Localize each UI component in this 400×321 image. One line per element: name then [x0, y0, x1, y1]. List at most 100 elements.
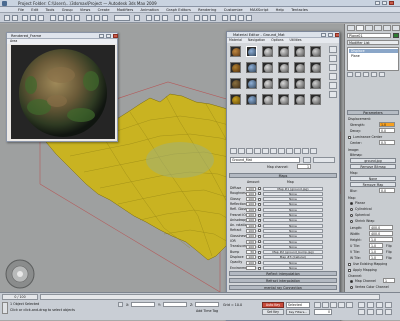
map-amount-spinner[interactable]: 100 — [246, 191, 256, 196]
zoom-all-icon[interactable] — [367, 302, 374, 308]
strength-spinner[interactable]: 1.0 — [379, 122, 395, 127]
map-channel-spinner[interactable]: 1 — [383, 278, 395, 283]
go-to-parent-icon[interactable] — [302, 148, 309, 154]
map-enable-checkbox[interactable] — [258, 261, 261, 265]
center-spinner[interactable]: 0.5 — [379, 140, 395, 145]
maximize-viewport-icon[interactable] — [385, 309, 392, 315]
material-slot[interactable] — [278, 62, 289, 73]
map-enable-checkbox[interactable] — [258, 255, 261, 259]
material-slot[interactable] — [310, 62, 321, 73]
pin-stack-icon[interactable] — [347, 72, 353, 77]
select-rotate-icon[interactable] — [94, 15, 100, 21]
play-icon[interactable] — [330, 302, 337, 308]
planar-radio[interactable] — [350, 202, 353, 205]
percent-snap-icon[interactable] — [162, 15, 168, 21]
blur-spinner[interactable]: 0.0 — [379, 188, 395, 193]
map-slot-button[interactable]: None — [263, 234, 323, 239]
stack-item-displace[interactable]: Displace — [349, 49, 398, 53]
decay-spinner[interactable]: 0.0 — [379, 128, 395, 133]
v-tile-spinner[interactable]: 1.0 — [369, 249, 383, 254]
map-slot-button[interactable]: None — [263, 197, 323, 202]
vertex-color-radio[interactable] — [350, 286, 353, 289]
material-slot[interactable] — [262, 46, 273, 57]
configure-modifier-sets-icon[interactable] — [379, 72, 385, 77]
set-key-button[interactable]: Set Key — [262, 309, 284, 315]
me-menu-utilities[interactable]: Utilities — [290, 38, 302, 42]
minimize-button[interactable] — [375, 1, 380, 5]
material-slot[interactable] — [246, 46, 257, 57]
previous-frame-icon[interactable] — [322, 302, 329, 308]
material-slot[interactable] — [294, 78, 305, 89]
object-color-swatch[interactable] — [393, 33, 399, 38]
use-existing-mapping-checkbox[interactable] — [348, 263, 351, 266]
map-amount-spinner[interactable]: 100 — [246, 186, 256, 191]
object-name-field[interactable]: Plane01 — [347, 33, 391, 38]
map-slot-button[interactable]: None — [263, 260, 323, 265]
material-name-field[interactable]: Ground_Mat — [230, 157, 300, 163]
lock-selection-icon[interactable] — [118, 302, 123, 307]
material-slot[interactable] — [294, 46, 305, 57]
render-canvas[interactable] — [11, 45, 115, 139]
me-minimize-button[interactable] — [321, 33, 326, 37]
material-slot[interactable] — [262, 62, 273, 73]
map-amount-spinner[interactable]: 30 — [246, 250, 256, 255]
key-selection-dropdown[interactable]: Selected — [286, 302, 310, 308]
frame-counter[interactable]: 0 / 100 — [2, 294, 38, 300]
select-scale-icon[interactable] — [102, 15, 108, 21]
material-slot[interactable] — [278, 78, 289, 89]
material-slot[interactable] — [246, 62, 257, 73]
maxscript-listener-icon[interactable] — [2, 302, 8, 314]
uv-tiling-icon[interactable] — [329, 73, 337, 80]
render-area-label[interactable]: Area — [10, 39, 17, 43]
u-tile-spinner[interactable]: 1.0 — [369, 243, 383, 248]
width-spinner[interactable]: 400.0 — [369, 231, 393, 236]
material-slot[interactable] — [310, 78, 321, 89]
map-enable-checkbox[interactable] — [258, 187, 261, 190]
motion-tab-icon[interactable] — [374, 25, 382, 31]
reference-coordinate-dropdown[interactable] — [114, 15, 130, 21]
refract-interpolation-rollout[interactable]: Refract interpolation — [229, 278, 337, 283]
make-unique-icon[interactable] — [262, 148, 269, 154]
map-channel-radio[interactable] — [350, 280, 353, 283]
parameters-rollout[interactable]: Parameters — [347, 110, 399, 115]
shrink-wrap-radio[interactable] — [350, 220, 353, 223]
material-slot[interactable] — [310, 46, 321, 57]
map-enable-checkbox[interactable] — [258, 213, 261, 217]
remove-modifier-icon[interactable] — [371, 72, 377, 77]
material-slot[interactable] — [262, 94, 273, 105]
me-menu-options[interactable]: Options — [271, 38, 283, 42]
utilities-tab-icon[interactable] — [392, 25, 400, 31]
material-slot[interactable] — [278, 46, 289, 57]
go-to-end-icon[interactable] — [346, 302, 353, 308]
material-slot[interactable] — [246, 94, 257, 105]
snap-toggle-icon[interactable] — [146, 15, 152, 21]
map-slot-button[interactable]: None — [263, 244, 323, 249]
bind-spacewarp-icon[interactable] — [38, 15, 44, 21]
pick-material-icon[interactable] — [303, 157, 311, 163]
mental-ray-connection-rollout[interactable]: mental ray Connection — [229, 285, 337, 290]
map-enable-checkbox[interactable] — [258, 234, 261, 238]
sample-type-icon[interactable] — [329, 46, 337, 53]
material-slot[interactable] — [230, 46, 241, 57]
map-enable-checkbox[interactable] — [258, 250, 261, 254]
map-amount-spinner[interactable]: 100 — [246, 239, 256, 244]
map-amount-spinner[interactable]: 100 — [246, 202, 256, 207]
me-close-button[interactable] — [335, 33, 339, 37]
map-slot-button[interactable]: None — [263, 191, 323, 196]
video-color-check-icon[interactable] — [329, 82, 337, 89]
material-slot[interactable] — [230, 94, 241, 105]
get-material-icon[interactable] — [230, 148, 237, 154]
material-slot[interactable] — [230, 78, 241, 89]
show-end-result-icon[interactable] — [294, 148, 301, 154]
height-spinner[interactable]: 1.0 — [369, 237, 393, 242]
close-button[interactable] — [389, 1, 394, 5]
map-slot-button[interactable]: None — [263, 239, 323, 244]
show-end-result-stack-icon[interactable] — [355, 72, 361, 77]
window-crossing-icon[interactable] — [74, 15, 80, 21]
go-forward-sibling-icon[interactable] — [310, 148, 317, 154]
map-enable-checkbox[interactable] — [258, 266, 261, 270]
map-slot-button[interactable]: None — [263, 223, 323, 228]
key-filters-button[interactable]: Key Filters... — [286, 309, 310, 315]
length-spinner[interactable]: 400.0 — [369, 225, 393, 230]
reflect-interpolation-rollout[interactable]: Reflect interpolation — [229, 271, 337, 276]
